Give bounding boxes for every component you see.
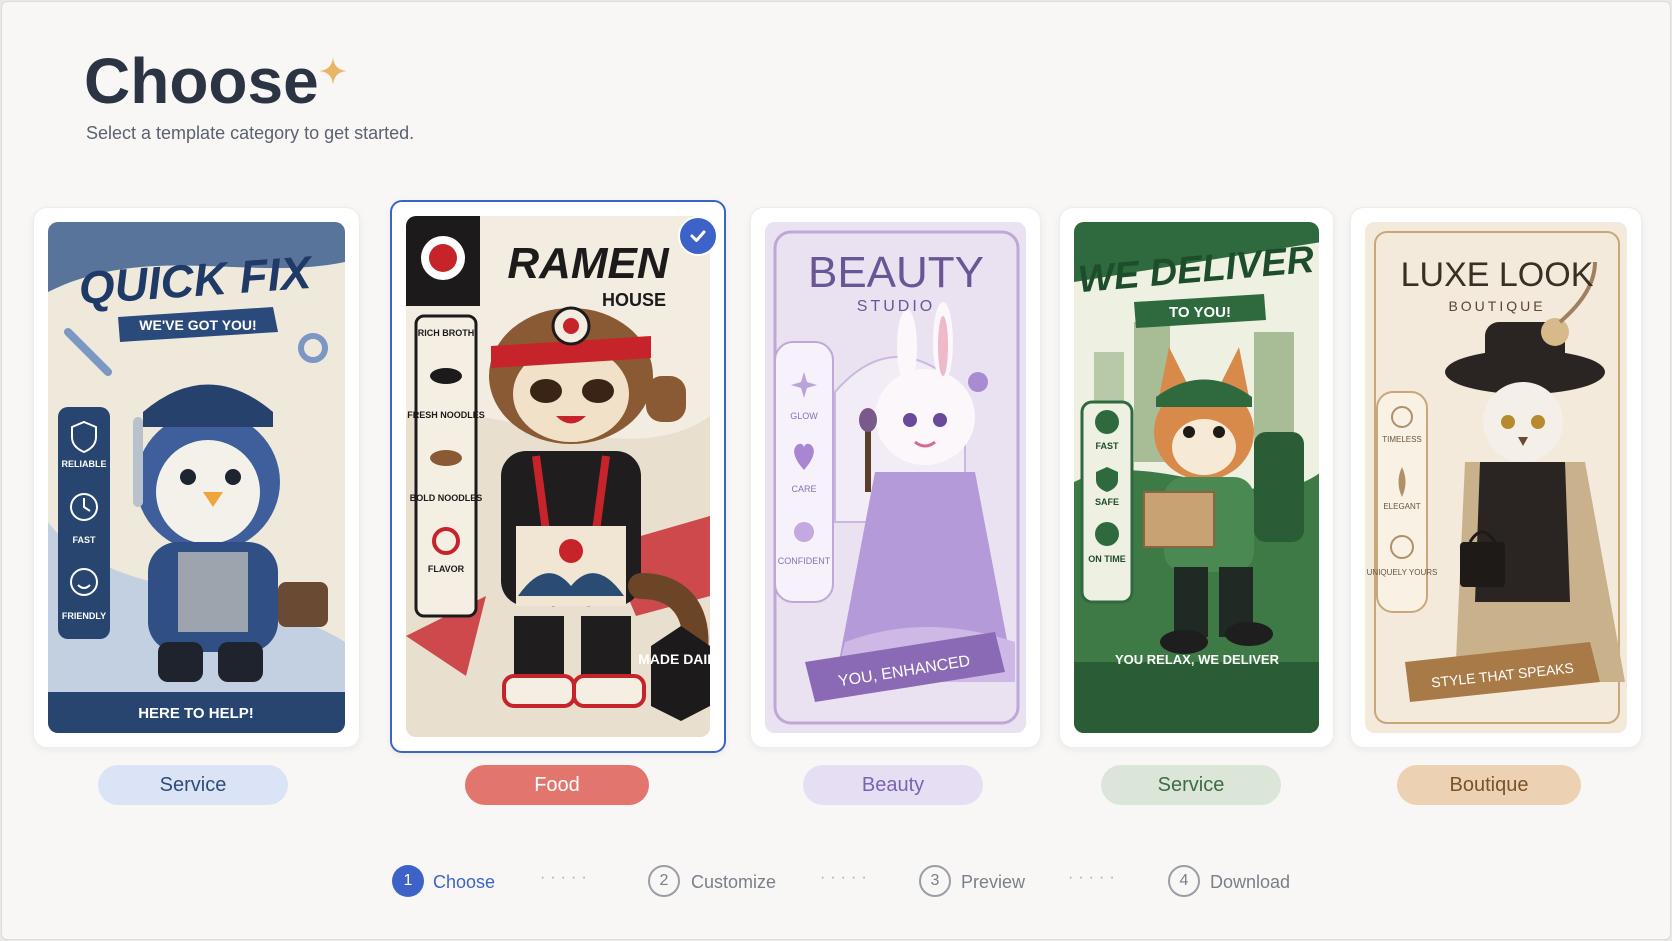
feature-label: ON TIME [1088, 554, 1126, 564]
step-1-indicator[interactable]: 1 [392, 865, 424, 897]
step-1-label[interactable]: Choose [433, 872, 495, 893]
ramen-illustration: MADE DAILY RAMEN HOUSE RICH BROTH FRESH … [406, 216, 710, 737]
template-card-luxe-look[interactable]: LUXE LOOK BOUTIQUE TIMELESS ELEGANT UNIQ… [1350, 207, 1642, 748]
feature-label: FAST [1095, 441, 1119, 451]
template-poster: WE DELIVER TO YOU! FAST SAFE ON TIME YOU… [1074, 222, 1319, 733]
feature-label: FRESH NOODLES [407, 410, 485, 420]
feature-label: FAST [72, 535, 96, 545]
feature-label: CARE [791, 484, 816, 494]
poster-tagline: TO YOU! [1169, 304, 1231, 321]
quick-fix-illustration: QUICK FIX WE'VE GOT YOU! RELIABLE FAST F… [48, 222, 345, 733]
feature-label: BOLD NOODLES [410, 493, 483, 503]
poster-footer: YOU RELAX, WE DELIVER [1115, 652, 1280, 667]
poster-badge: MADE DAILY [638, 651, 710, 667]
feature-label: GLOW [790, 411, 818, 421]
category-pill-service-delivery[interactable]: Service [1101, 765, 1281, 805]
template-card-we-deliver[interactable]: WE DELIVER TO YOU! FAST SAFE ON TIME YOU… [1059, 207, 1334, 748]
category-pill-beauty[interactable]: Beauty [803, 765, 983, 805]
feature-label: ELEGANT [1383, 502, 1420, 511]
template-card-ramen[interactable]: MADE DAILY RAMEN HOUSE RICH BROTH FRESH … [390, 200, 726, 753]
app-window: Choose Select a template category to get… [1, 1, 1671, 940]
step-3-indicator[interactable]: 3 [919, 865, 951, 897]
page-title: Choose [84, 45, 319, 117]
step-4-label[interactable]: Download [1210, 872, 1290, 893]
template-poster: BEAUTY STUDIO GLOW CARE CONFIDENT YOU, E… [765, 222, 1026, 733]
selected-checkmark-icon [678, 216, 718, 256]
template-card-beauty[interactable]: BEAUTY STUDIO GLOW CARE CONFIDENT YOU, E… [750, 207, 1041, 748]
step-connector: ····· [820, 869, 872, 886]
feature-label: RELIABLE [62, 459, 107, 469]
beauty-illustration: BEAUTY STUDIO GLOW CARE CONFIDENT YOU, E… [765, 222, 1026, 733]
template-card-quick-fix[interactable]: QUICK FIX WE'VE GOT YOU! RELIABLE FAST F… [33, 207, 360, 748]
boutique-illustration: LUXE LOOK BOUTIQUE TIMELESS ELEGANT UNIQ… [1365, 222, 1627, 733]
feature-label: CONFIDENT [778, 556, 831, 566]
poster-title: RAMEN [507, 239, 670, 288]
feature-label: FLAVOR [428, 564, 465, 574]
category-pill-service[interactable]: Service [98, 765, 288, 805]
page-subtitle: Select a template category to get starte… [86, 123, 415, 143]
step-2-indicator[interactable]: 2 [648, 865, 680, 897]
step-connector: ····· [540, 869, 592, 886]
step-3-label[interactable]: Preview [961, 872, 1025, 893]
template-poster: LUXE LOOK BOUTIQUE TIMELESS ELEGANT UNIQ… [1365, 222, 1627, 733]
feature-label: FRIENDLY [62, 611, 106, 621]
template-poster: MADE DAILY RAMEN HOUSE RICH BROTH FRESH … [406, 216, 710, 737]
poster-subtitle: BOUTIQUE [1448, 298, 1545, 314]
step-4-indicator[interactable]: 4 [1168, 865, 1200, 897]
sparkle-icon [319, 57, 347, 85]
poster-footer: HERE TO HELP! [138, 705, 254, 722]
feature-label: TIMELESS [1382, 435, 1422, 444]
poster-tagline: WE'VE GOT YOU! [139, 317, 256, 333]
feature-label: SAFE [1095, 497, 1119, 507]
progress-stepper: 1 Choose ····· 2 Customize ····· 3 Previ… [2, 865, 1672, 899]
feature-label: UNIQUELY YOURS [1367, 568, 1438, 577]
poster-title: LUXE LOOK [1401, 256, 1594, 294]
category-pill-boutique[interactable]: Boutique [1397, 765, 1581, 805]
template-poster: QUICK FIX WE'VE GOT YOU! RELIABLE FAST F… [48, 222, 345, 733]
delivery-illustration: WE DELIVER TO YOU! FAST SAFE ON TIME YOU… [1074, 222, 1319, 733]
poster-subtitle: HOUSE [602, 290, 666, 310]
poster-title: BEAUTY [808, 248, 984, 297]
feature-label: RICH BROTH [418, 328, 475, 338]
step-connector: ····· [1068, 869, 1120, 886]
step-2-label[interactable]: Customize [691, 872, 776, 893]
poster-subtitle: STUDIO [857, 298, 935, 315]
category-pill-food[interactable]: Food [465, 765, 649, 805]
